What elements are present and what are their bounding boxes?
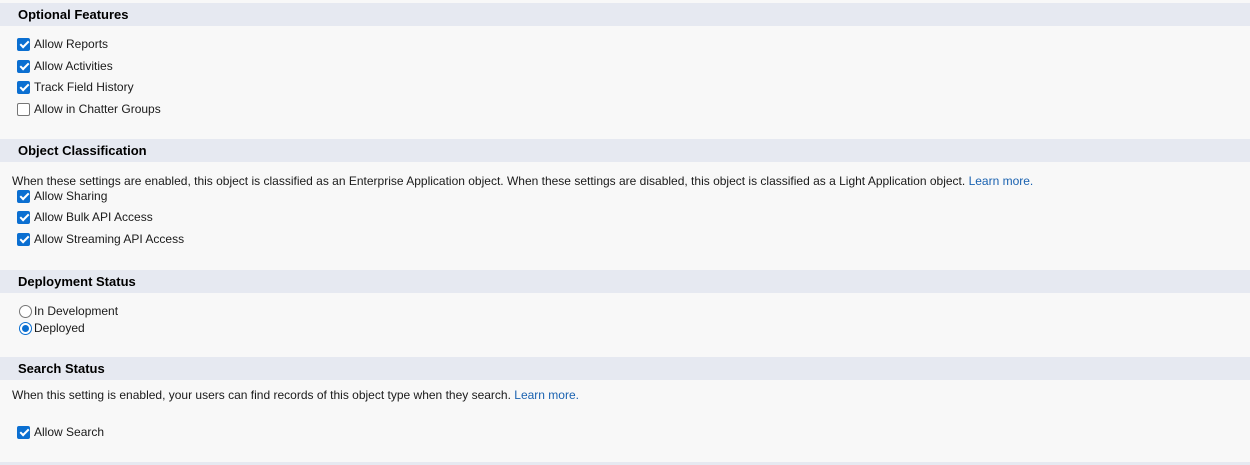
section-header-object-classification: Object Classification <box>0 139 1250 162</box>
allow-chatter-groups-checkbox[interactable] <box>17 102 30 116</box>
allow-streaming-api-checkbox[interactable] <box>17 232 30 246</box>
section-header-optional-features: Optional Features <box>0 3 1250 26</box>
track-field-history-option[interactable]: Track Field History <box>17 79 134 95</box>
description-text: When this setting is enabled, your users… <box>12 388 511 402</box>
in-development-radio[interactable] <box>19 304 32 318</box>
description-text: When these settings are enabled, this ob… <box>12 174 966 188</box>
in-development-option[interactable]: In Development <box>19 303 118 319</box>
allow-search-label: Allow Search <box>34 425 105 439</box>
section-title: Optional Features <box>18 7 129 22</box>
allow-streaming-api-label: Allow Streaming API Access <box>34 232 185 246</box>
allow-search-option[interactable]: Allow Search <box>17 424 104 440</box>
allow-chatter-groups-option[interactable]: Allow in Chatter Groups <box>17 101 161 117</box>
allow-search-checkbox[interactable] <box>17 425 30 439</box>
allow-sharing-option[interactable]: Allow Sharing <box>17 188 107 204</box>
section-title: Search Status <box>18 361 105 376</box>
allow-sharing-checkbox[interactable] <box>17 189 30 203</box>
allow-sharing-label: Allow Sharing <box>34 189 108 203</box>
section-header-search-status: Search Status <box>0 357 1250 380</box>
track-field-history-label: Track Field History <box>34 80 134 94</box>
object-classification-description: When these settings are enabled, this ob… <box>12 174 1033 188</box>
allow-reports-checkbox[interactable] <box>17 37 30 51</box>
deployed-label: Deployed <box>34 321 85 335</box>
allow-reports-option[interactable]: Allow Reports <box>17 36 108 52</box>
allow-activities-label: Allow Activities <box>34 59 113 73</box>
learn-more-link[interactable]: Learn more. <box>514 388 579 402</box>
allow-chatter-groups-label: Allow in Chatter Groups <box>34 102 161 116</box>
allow-bulk-api-option[interactable]: Allow Bulk API Access <box>17 209 153 225</box>
section-header-deployment-status: Deployment Status <box>0 270 1250 293</box>
learn-more-link[interactable]: Learn more. <box>969 174 1034 188</box>
allow-bulk-api-checkbox[interactable] <box>17 210 30 224</box>
allow-bulk-api-label: Allow Bulk API Access <box>34 210 153 224</box>
section-title: Deployment Status <box>18 274 136 289</box>
section-title: Object Classification <box>18 143 147 158</box>
deployed-option[interactable]: Deployed <box>19 320 85 336</box>
search-status-description: When this setting is enabled, your users… <box>12 388 579 402</box>
track-field-history-checkbox[interactable] <box>17 80 30 94</box>
allow-reports-label: Allow Reports <box>34 37 109 51</box>
deployed-radio[interactable] <box>19 321 32 335</box>
allow-streaming-api-option[interactable]: Allow Streaming API Access <box>17 231 184 247</box>
in-development-label: In Development <box>34 304 119 318</box>
allow-activities-option[interactable]: Allow Activities <box>17 58 113 74</box>
allow-activities-checkbox[interactable] <box>17 59 30 73</box>
